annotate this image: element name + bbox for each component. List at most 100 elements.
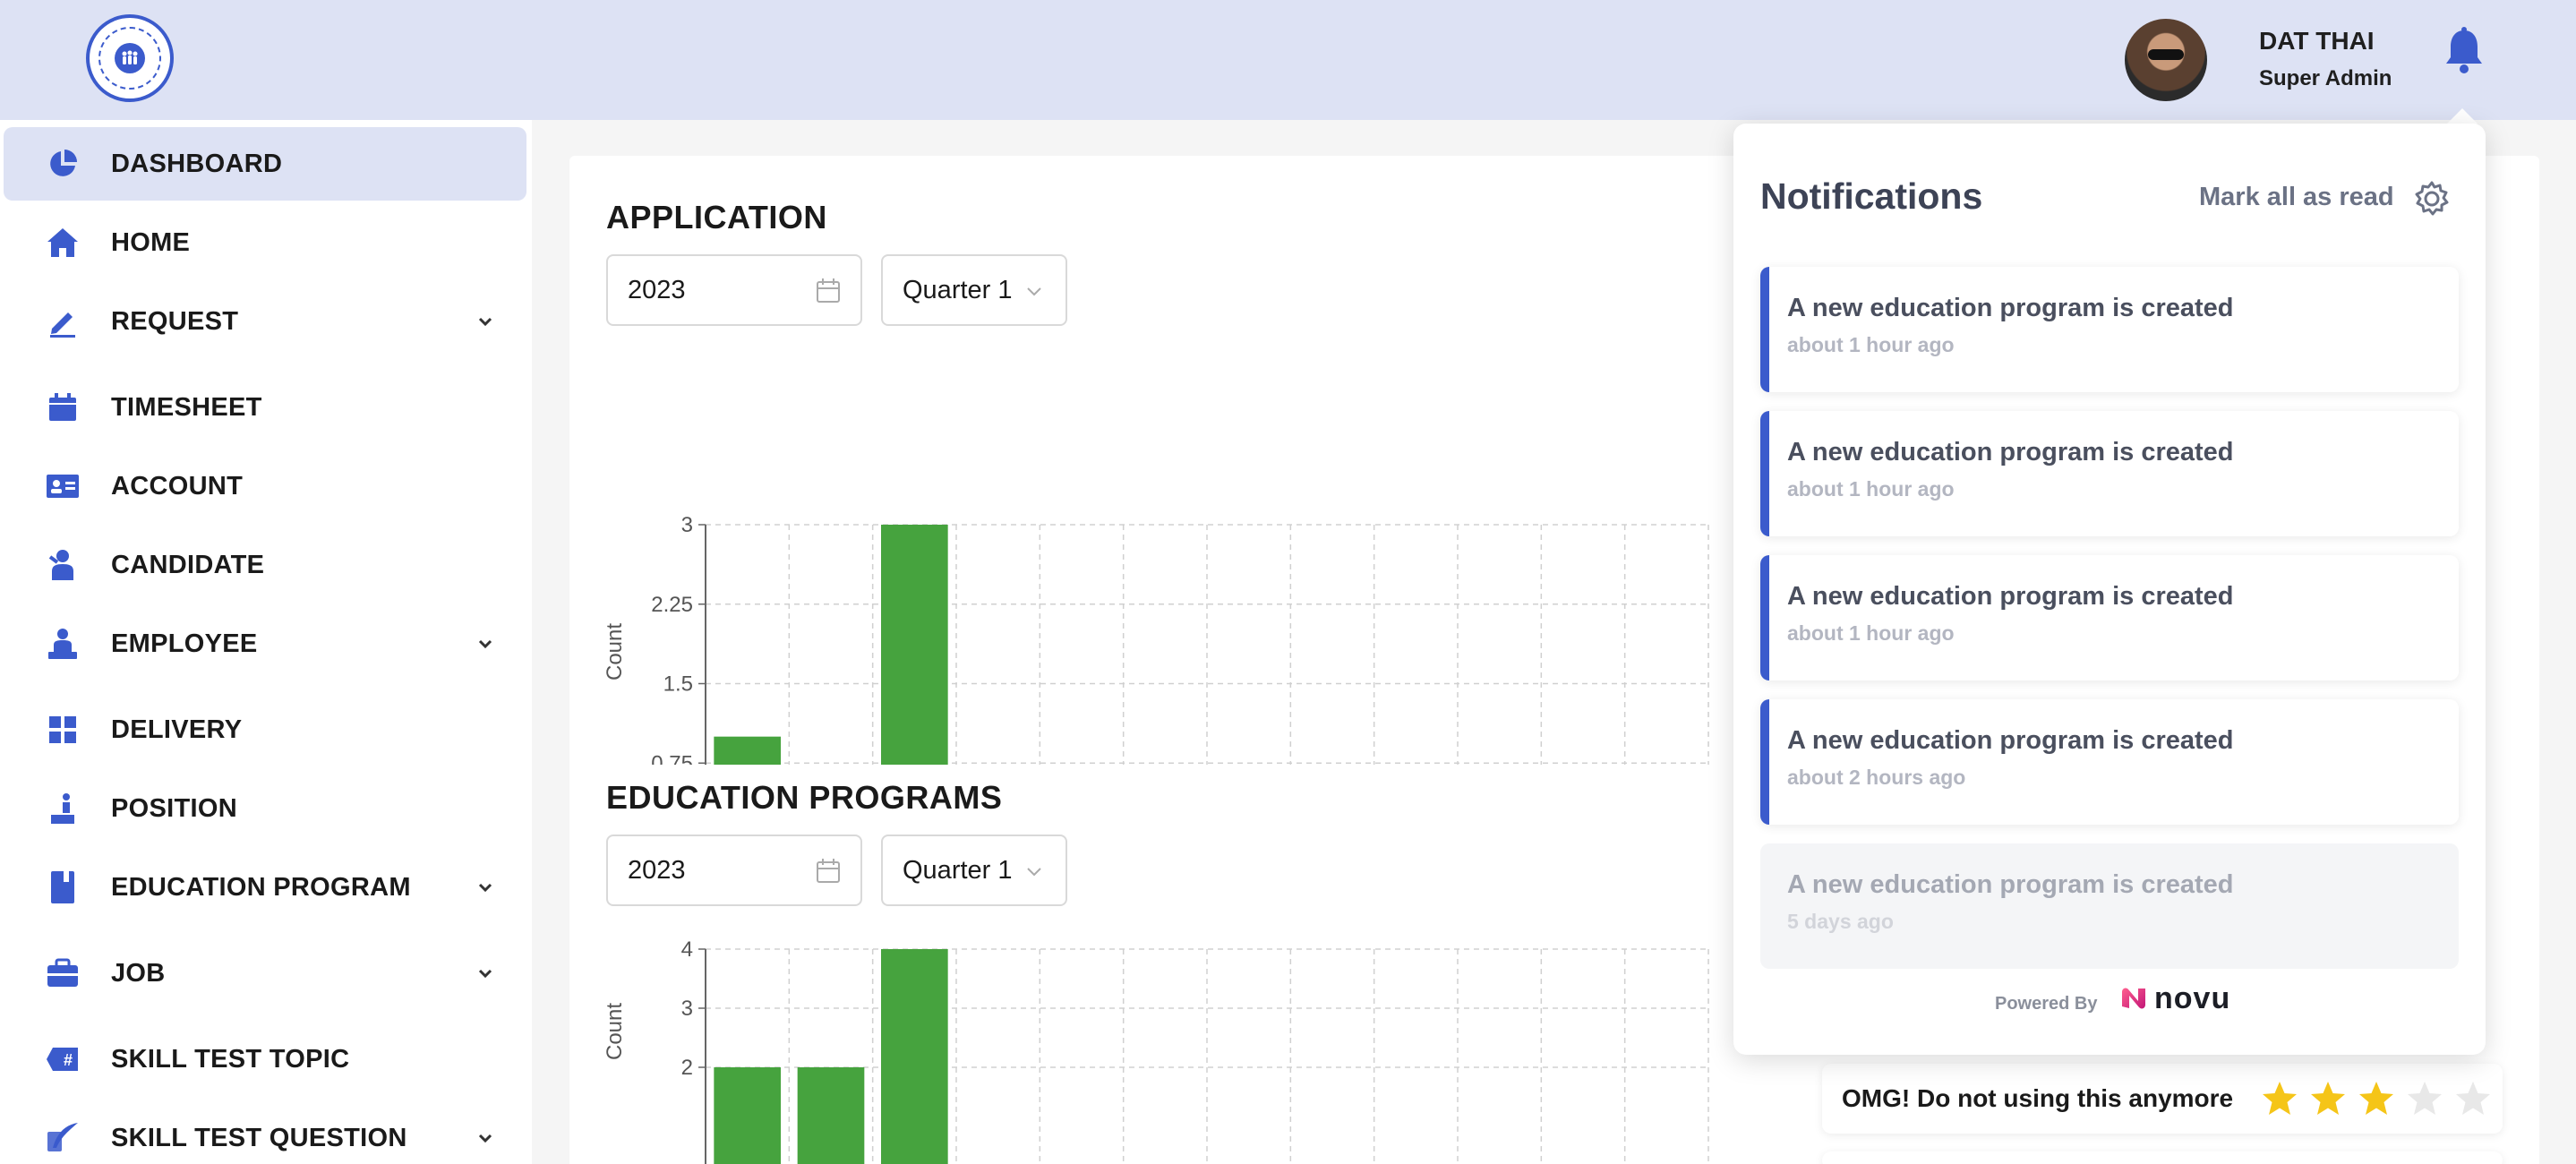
y-tick-label: 2.25 <box>651 593 693 617</box>
sidebar-item-label: JOB <box>111 958 166 988</box>
svg-text:#: # <box>64 1051 73 1069</box>
education-programs-title: EDUCATION PROGRAMS <box>606 779 1003 816</box>
grid-icon <box>45 712 81 748</box>
notification-time: about 1 hour ago <box>1787 477 1955 501</box>
notification-item[interactable]: A new education program is created about… <box>1760 267 2459 392</box>
mark-all-read-button[interactable]: Mark all as read <box>2199 183 2394 212</box>
app-logo[interactable] <box>86 14 174 102</box>
y-axis-label: Count <box>603 623 627 680</box>
review-card: OMG! Do not using this anymore <box>1822 1064 2503 1134</box>
sidebar-item-skill-test-topic[interactable]: # SKILL TEST TOPIC <box>4 1023 526 1096</box>
sidebar-item-home[interactable]: HOME <box>4 206 526 279</box>
application-year-picker[interactable]: 2023 <box>606 254 862 326</box>
chevron-down-icon[interactable] <box>473 631 498 656</box>
sidebar-item-label: REQUEST <box>111 306 239 336</box>
application-title: APPLICATION <box>606 199 827 235</box>
application-quarter-select[interactable]: Quarter 1 <box>881 254 1067 326</box>
education-quarter-select[interactable]: Quarter 1 <box>881 834 1067 906</box>
picker-value: 2023 <box>628 275 686 304</box>
sidebar-item-label: POSITION <box>111 793 237 823</box>
rating-stars <box>2261 1080 2492 1117</box>
star-icon[interactable] <box>2309 1080 2347 1117</box>
sidebar-item-delivery[interactable]: DELIVERY <box>4 693 526 766</box>
picker-value: 2023 <box>628 855 686 885</box>
sidebar-item-request[interactable]: REQUEST <box>4 285 526 358</box>
chevron-down-icon[interactable] <box>473 1125 498 1151</box>
home-icon <box>45 225 81 261</box>
unread-indicator <box>1760 699 1769 825</box>
user-role: Super Admin <box>2259 66 2392 90</box>
select-value: Quarter 1 <box>903 855 1013 885</box>
hash-tag-icon: # <box>45 1041 81 1077</box>
y-tick-label: 3 <box>681 997 693 1021</box>
logo-people-icon <box>115 43 145 73</box>
bar <box>881 525 948 765</box>
chevron-down-icon[interactable] <box>473 875 498 900</box>
novu-brand: novu <box>2154 981 2231 1015</box>
sidebar-item-education-program[interactable]: EDUCATION PROGRAM <box>4 851 526 924</box>
y-tick-label: 1.5 <box>663 672 693 697</box>
notification-message: A new education program is created <box>1787 438 2234 466</box>
star-icon[interactable] <box>2358 1080 2395 1117</box>
sidebar-item-timesheet[interactable]: TIMESHEET <box>4 371 526 444</box>
sidebar-item-label: TIMESHEET <box>111 392 262 422</box>
notification-item[interactable]: A new education program is created about… <box>1760 555 2459 680</box>
notification-time: 5 days ago <box>1787 910 1894 933</box>
notification-time: about 2 hours ago <box>1787 766 1966 789</box>
sidebar-item-account[interactable]: ACCOUNT <box>4 449 526 523</box>
sidebar-item-job[interactable]: JOB <box>4 937 526 1010</box>
unread-indicator <box>1760 555 1769 680</box>
sidebar-item-position[interactable]: POSITION <box>4 772 526 845</box>
star-icon[interactable] <box>2454 1080 2492 1117</box>
candidate-icon <box>45 547 81 583</box>
notification-item[interactable]: A new education program is created about… <box>1760 699 2459 825</box>
quill-icon <box>45 1120 81 1156</box>
notification-message: A new education program is created <box>1787 726 2234 755</box>
bar <box>881 949 948 1164</box>
user-avatar[interactable] <box>2125 19 2207 101</box>
logo-ring <box>98 27 161 90</box>
sidebar-item-label: CANDIDATE <box>111 550 265 579</box>
y-tick-label: 2 <box>681 1056 693 1080</box>
notification-message: A new education program is created <box>1787 294 2234 322</box>
id-card-icon <box>45 468 81 504</box>
unread-indicator <box>1760 411 1769 536</box>
sidebar: DASHBOARD HOME REQUEST TIMESHEET ACCOUNT… <box>0 120 532 1164</box>
chevron-down-icon[interactable] <box>473 309 498 334</box>
sidebar-item-label: EDUCATION PROGRAM <box>111 872 411 902</box>
chevron-down-icon <box>1027 287 1041 296</box>
top-header: DAT THAI Super Admin <box>0 0 2576 120</box>
review-card <box>1822 1151 2503 1164</box>
calendar-icon <box>817 278 840 303</box>
notification-item[interactable]: A new education program is created about… <box>1760 411 2459 536</box>
briefcase-icon <box>45 955 81 991</box>
chevron-down-icon <box>1027 868 1041 877</box>
powered-by-label: Powered By <box>1995 994 2098 1014</box>
user-name: DAT THAI <box>2259 27 2375 55</box>
notification-item[interactable]: A new education program is created 5 day… <box>1760 843 2459 969</box>
bar <box>797 1067 865 1164</box>
sidebar-item-label: SKILL TEST TOPIC <box>111 1044 350 1074</box>
pencil-icon <box>45 304 81 339</box>
star-icon[interactable] <box>2406 1080 2443 1117</box>
sidebar-item-skill-test-question[interactable]: SKILL TEST QUESTION <box>4 1101 526 1164</box>
novu-logo-icon <box>2122 988 2145 1009</box>
star-icon[interactable] <box>2261 1080 2298 1117</box>
sidebar-item-employee[interactable]: EMPLOYEE <box>4 607 526 680</box>
sidebar-item-dashboard[interactable]: DASHBOARD <box>4 127 526 201</box>
education-year-picker[interactable]: 2023 <box>606 834 862 906</box>
calendar-icon <box>817 859 840 883</box>
notification-message: A new education program is created <box>1787 582 2234 611</box>
sidebar-item-candidate[interactable]: CANDIDATE <box>4 528 526 602</box>
bell-icon[interactable] <box>2443 27 2486 75</box>
notification-time: about 1 hour ago <box>1787 333 1955 356</box>
select-value: Quarter 1 <box>903 275 1013 304</box>
gear-icon[interactable] <box>2412 179 2452 218</box>
chevron-down-icon[interactable] <box>473 961 498 986</box>
calendar-icon <box>45 389 81 425</box>
y-tick-label: 4 <box>681 937 693 962</box>
application-chart: 00.751.52.253123456789101112MonthCount <box>603 513 1709 765</box>
y-tick-label: 0.75 <box>651 751 693 765</box>
sidebar-item-label: SKILL TEST QUESTION <box>111 1123 407 1152</box>
sidebar-item-label: ACCOUNT <box>111 471 244 501</box>
